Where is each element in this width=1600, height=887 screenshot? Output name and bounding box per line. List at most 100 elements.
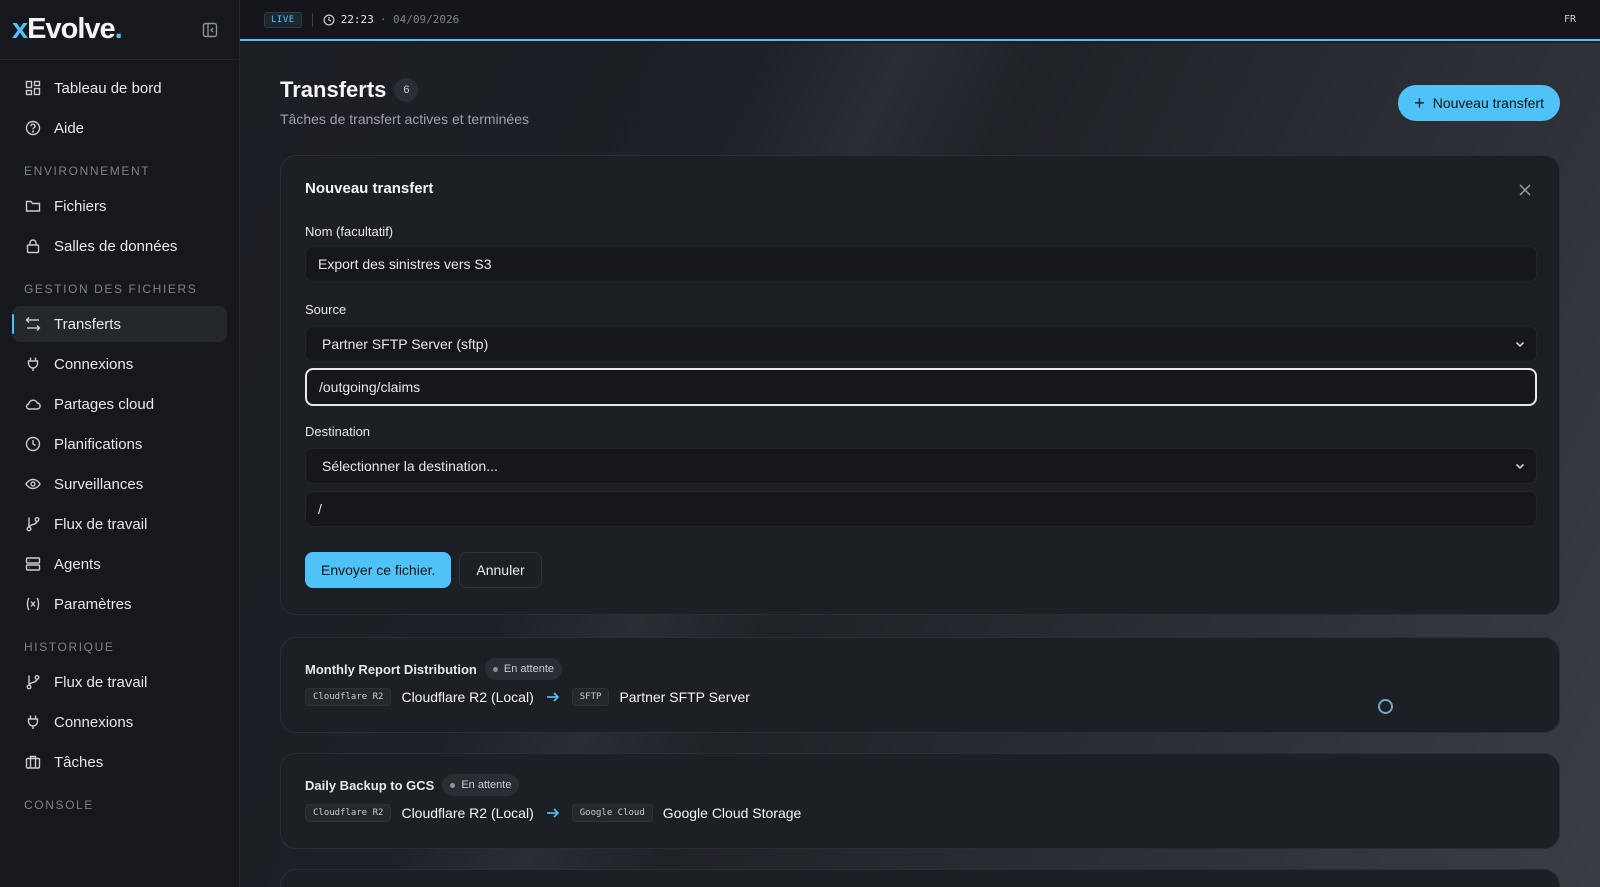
logo-prefix: x: [12, 13, 28, 45]
sidebar-item-help[interactable]: Aide: [12, 110, 227, 146]
logo-row: xEvolve.: [0, 0, 239, 60]
status-badge: En attente: [484, 658, 563, 680]
help-icon: [24, 119, 42, 137]
destination-name: Partner SFTP Server: [619, 689, 750, 705]
new-transfer-form: Nouveau transfert Nom (facultatif) Expor…: [280, 155, 1560, 615]
workflow-icon: [24, 673, 42, 691]
page-title: Transferts: [280, 77, 387, 102]
transfer-name: Monthly Report Distribution: [305, 661, 477, 677]
cancel-button[interactable]: Annuler: [459, 552, 542, 588]
live-badge: LIVE: [264, 11, 302, 28]
sidebar-item-agents[interactable]: Agents: [12, 546, 227, 582]
arrow-right-icon: [546, 691, 560, 703]
source-type-tag: Cloudflare R2: [305, 804, 392, 822]
close-icon[interactable]: [1517, 182, 1533, 198]
sidebar-item-history-connections[interactable]: Connexions: [12, 704, 227, 740]
sidebar-item-transfers[interactable]: Transferts: [12, 306, 227, 342]
loading-spinner-icon: [1378, 699, 1393, 714]
submit-button[interactable]: Envoyer ce fichier.: [305, 552, 452, 588]
main-content: Transferts 6 Tâches de transfert actives…: [240, 43, 1600, 887]
sidebar-item-label: Paramètres: [54, 595, 132, 613]
server-icon: [24, 555, 42, 573]
sidebar-item-label: Salles de données: [54, 237, 178, 255]
source-name: Cloudflare R2 (Local): [401, 689, 534, 705]
cloud-icon: [24, 395, 42, 413]
sidebar-item-connections[interactable]: Connexions: [12, 346, 227, 382]
sidebar-item-label: Agents: [54, 555, 101, 573]
transfer-name: Daily Backup to GCS: [305, 777, 435, 793]
divider: [311, 12, 313, 27]
source-type-tag: Cloudflare R2: [305, 688, 392, 706]
sidebar-item-label: Flux de travail: [54, 673, 148, 691]
new-transfer-button[interactable]: + Nouveau transfert: [1398, 85, 1560, 121]
sidebar-item-history-tasks[interactable]: Tâches: [12, 744, 227, 780]
chevron-down-icon: [1514, 460, 1526, 472]
arrow-right-icon: [546, 807, 560, 819]
transfer-icon: [24, 315, 42, 333]
destination-path-input[interactable]: /: [305, 491, 1537, 527]
section-title-console: CONSOLE: [24, 798, 94, 812]
destination-type-tag: Google Cloud: [571, 804, 653, 822]
variable-icon: [24, 595, 42, 613]
status-dot: [450, 782, 456, 788]
sidebar-item-label: Partages cloud: [54, 395, 155, 413]
section-title-file-management: GESTION DES FICHIERS: [24, 282, 198, 296]
logo-main: Evolve: [27, 13, 115, 45]
sidebar-item-dashboard[interactable]: Tableau de bord: [12, 70, 227, 106]
source-select[interactable]: Partner SFTP Server (sftp): [305, 326, 1537, 362]
sidebar-item-data-rooms[interactable]: Salles de données: [12, 228, 227, 264]
sidebar-item-label: Flux de travail: [54, 515, 148, 533]
transfer-row-header: Monthly Report Distribution En attente: [305, 658, 1535, 680]
sidebar-item-history-workflows[interactable]: Flux de travail: [12, 664, 227, 700]
plug-icon: [24, 713, 42, 731]
sidebar-item-label: Fichiers: [54, 197, 107, 215]
sidebar: xEvolve. Tableau de bord Aide ENVIRONNEM…: [0, 0, 240, 887]
name-input[interactable]: Export des sinistres vers S3: [305, 246, 1537, 282]
page-subtitle: Tâches de transfert actives et terminées: [280, 111, 529, 127]
plug-icon: [24, 355, 42, 373]
transfer-row-header: Daily Backup to GCS En attente: [305, 774, 1535, 796]
language-switch[interactable]: FR: [1564, 14, 1576, 25]
destination-type-tag: SFTP: [571, 688, 610, 706]
transfer-route: Cloudflare R2 Cloudflare R2 (Local) SFTP…: [305, 688, 1535, 706]
current-date: · 04/09/2026: [379, 13, 460, 26]
sidebar-item-files[interactable]: Fichiers: [12, 188, 227, 224]
sidebar-item-monitoring[interactable]: Surveillances: [12, 466, 227, 502]
sidebar-item-settings[interactable]: Paramètres: [12, 586, 227, 622]
logo-dot: .: [114, 13, 123, 45]
folder-icon: [24, 197, 42, 215]
sidebar-item-schedules[interactable]: Planifications: [12, 426, 227, 462]
destination-select-value: Sélectionner la destination...: [322, 458, 498, 474]
section-title-environment: ENVIRONNEMENT: [24, 164, 151, 178]
sidebar-item-cloud-shares[interactable]: Partages cloud: [12, 386, 227, 422]
form-title: Nouveau transfert: [305, 180, 434, 197]
app-logo[interactable]: xEvolve.: [12, 13, 123, 46]
status-badge: En attente: [442, 774, 520, 796]
topbar: LIVE 22:23 · 04/09/2026 FR: [240, 0, 1600, 41]
sidebar-item-label: Connexions: [54, 355, 134, 373]
name-label: Nom (facultatif): [305, 224, 394, 239]
sidebar-item-label: Surveillances: [54, 475, 144, 493]
destination-path-value: /: [318, 501, 322, 517]
clock-icon: [323, 14, 335, 26]
source-path-input[interactable]: /outgoing/claims: [305, 368, 1537, 406]
current-time: 22:23: [340, 13, 374, 26]
plus-icon: +: [1414, 93, 1425, 113]
page-header: Transferts 6 Tâches de transfert actives…: [280, 77, 529, 127]
transfer-row[interactable]: Monthly Report Distribution En attente C…: [280, 637, 1560, 733]
name-input-value: Export des sinistres vers S3: [318, 256, 492, 272]
section-title-history: HISTORIQUE: [24, 640, 115, 654]
page-title-row: Transferts 6: [280, 77, 529, 103]
transfer-row[interactable]: Daily Backup to GCS En attente Cloudflar…: [280, 753, 1560, 849]
transfer-row[interactable]: [280, 869, 1560, 887]
sidebar-item-workflows[interactable]: Flux de travail: [12, 506, 227, 542]
sidebar-item-label: Transferts: [54, 315, 121, 333]
clock-display: 22:23 · 04/09/2026: [323, 13, 460, 26]
sidebar-nav: Tableau de bord Aide ENVIRONNEMENT Fichi…: [0, 60, 239, 832]
status-text: En attente: [503, 663, 555, 675]
destination-select[interactable]: Sélectionner la destination...: [305, 448, 1537, 484]
source-select-value: Partner SFTP Server (sftp): [322, 336, 489, 352]
sidebar-collapse-icon[interactable]: [201, 21, 219, 39]
workflow-icon: [24, 515, 42, 533]
chevron-down-icon: [1514, 338, 1526, 350]
